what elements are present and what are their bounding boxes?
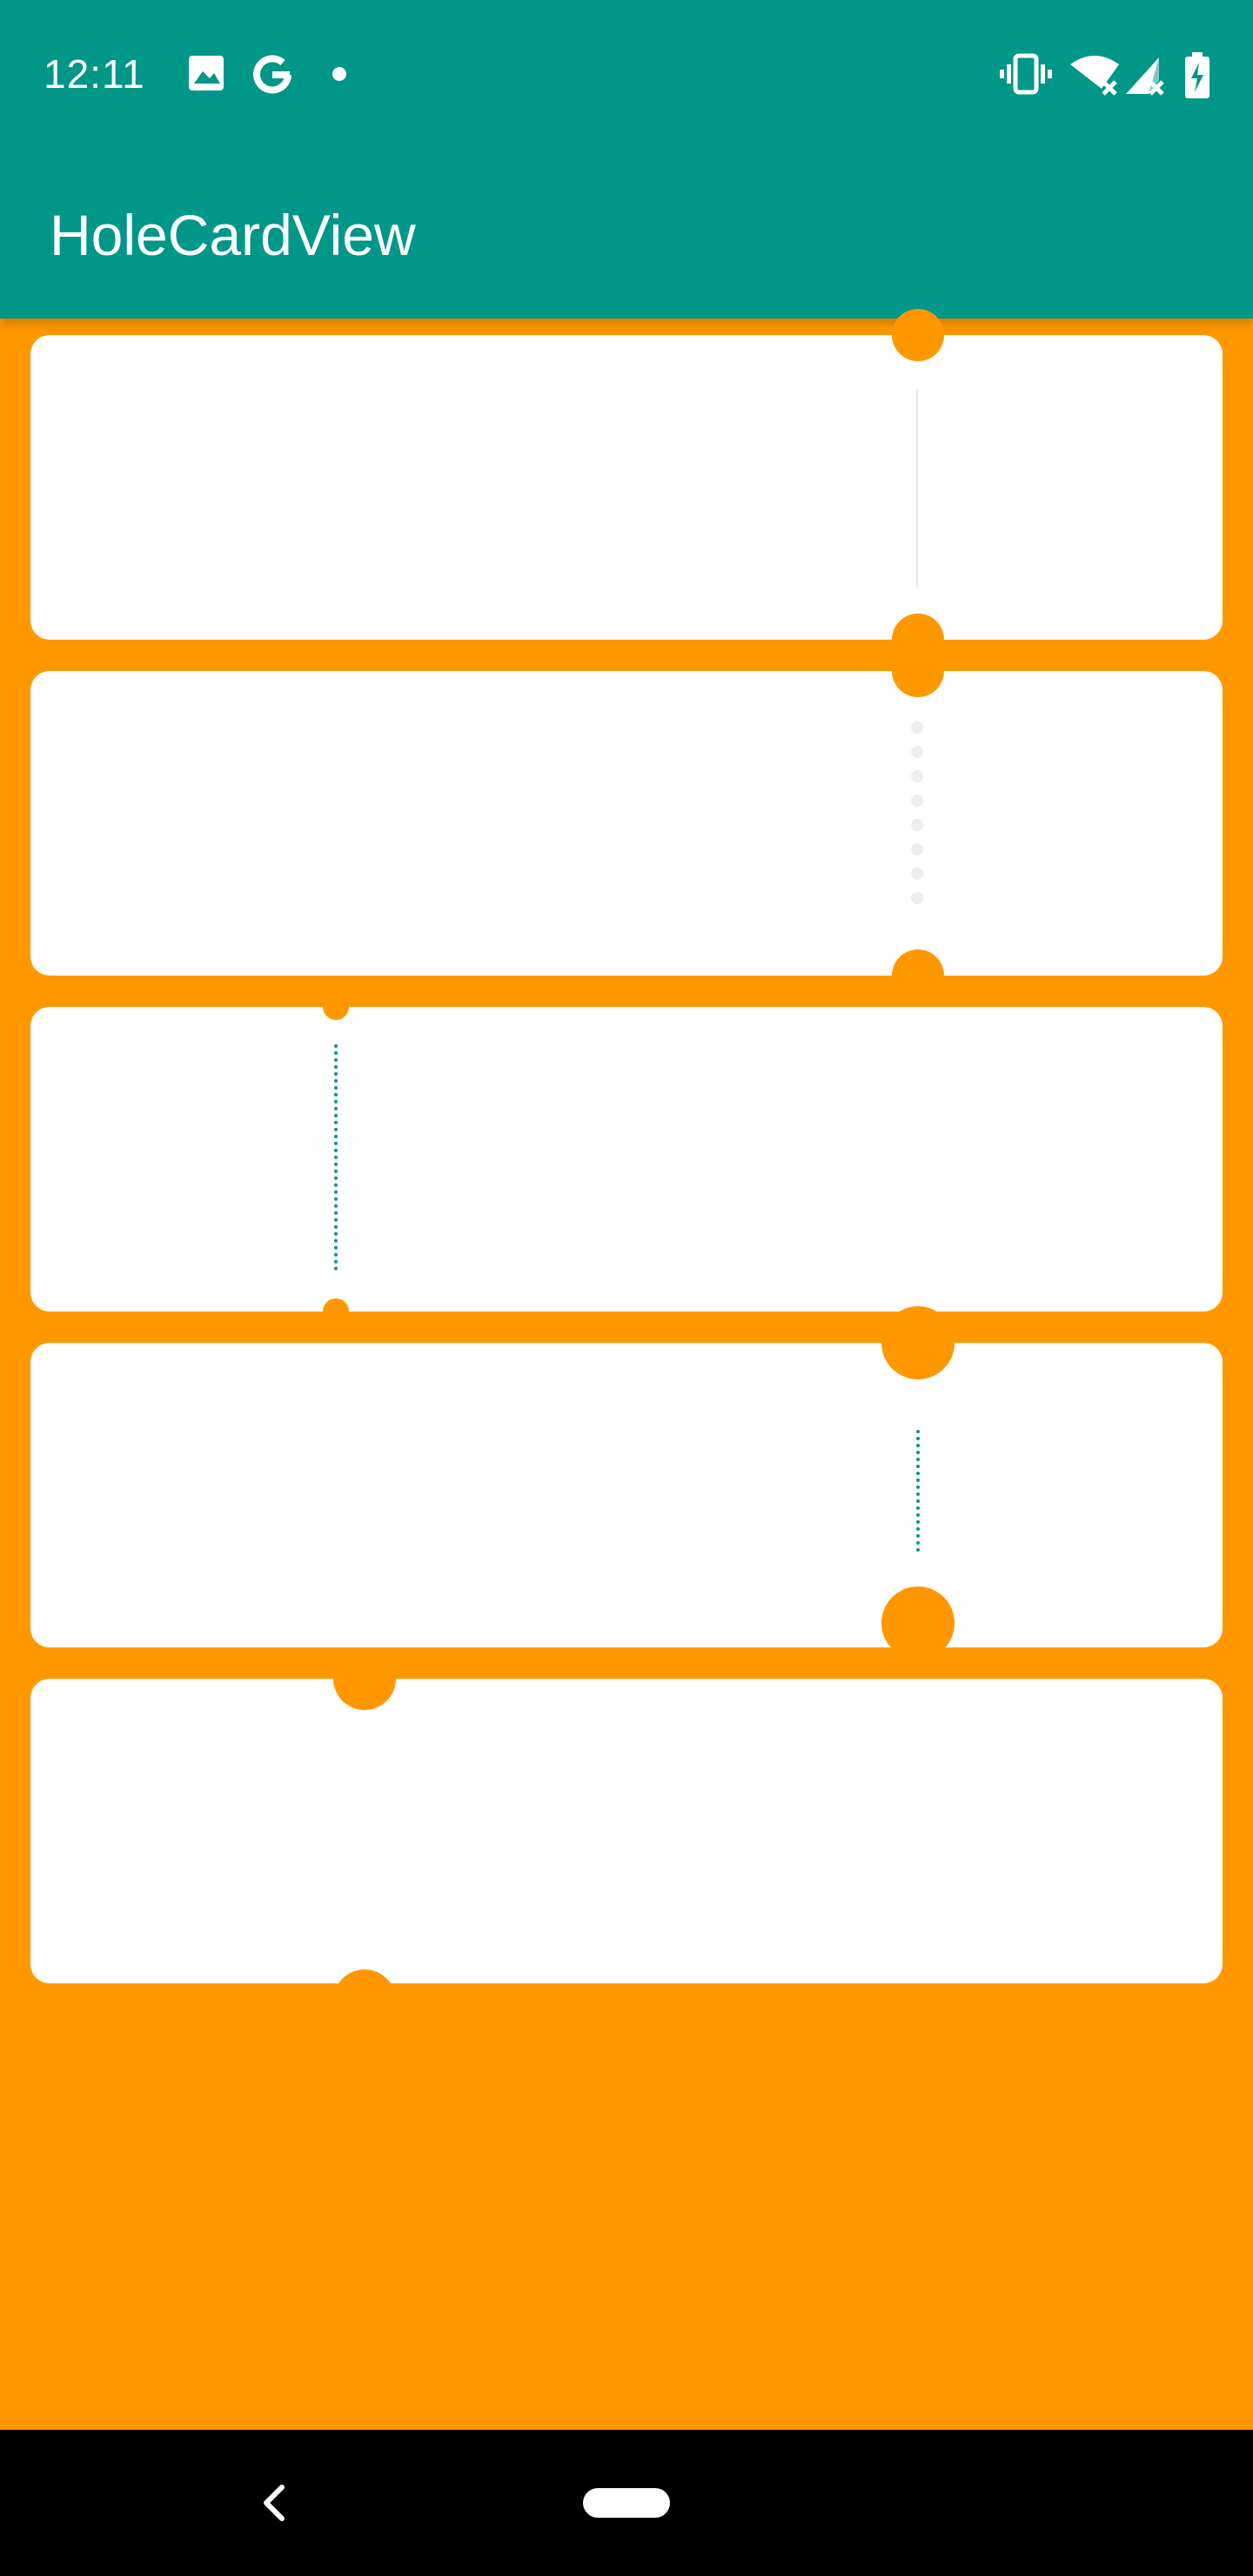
hole-bottom <box>881 1587 955 1660</box>
hole-top <box>892 645 944 697</box>
back-icon[interactable] <box>256 2479 291 2527</box>
home-pill-icon[interactable] <box>583 2488 670 2518</box>
divider-dots <box>911 721 923 904</box>
hole-bottom <box>323 1298 349 1325</box>
card-5[interactable] <box>30 1647 1223 2032</box>
hole-top <box>881 1306 955 1379</box>
hole-top <box>892 309 944 361</box>
status-time: 12:11 <box>44 51 145 97</box>
card-1[interactable] <box>30 309 1223 666</box>
vibrate-icon <box>1000 53 1052 95</box>
image-icon <box>189 56 224 91</box>
status-bar: 12:11 <box>0 0 1253 148</box>
signal-off-icon <box>1126 57 1164 96</box>
divider-dotted-line <box>916 1430 920 1552</box>
app-bar: HoleCardView <box>0 148 1253 319</box>
notification-dot-icon <box>332 67 346 81</box>
card-2[interactable] <box>30 645 1223 1002</box>
hole-bottom <box>892 949 944 1002</box>
app-title: HoleCardView <box>50 203 416 267</box>
hole-top <box>333 1647 396 1710</box>
wifi-off-icon <box>1070 56 1119 96</box>
google-icon <box>253 55 291 94</box>
hole-bottom <box>333 1969 396 2032</box>
hole-top <box>323 994 349 1020</box>
divider-dotted-line <box>334 1044 338 1271</box>
card-4[interactable] <box>30 1306 1223 1660</box>
card-3[interactable] <box>30 994 1223 1325</box>
divider-line <box>916 389 918 587</box>
battery-charging-icon <box>1185 52 1209 98</box>
navigation-bar <box>0 2430 1253 2576</box>
